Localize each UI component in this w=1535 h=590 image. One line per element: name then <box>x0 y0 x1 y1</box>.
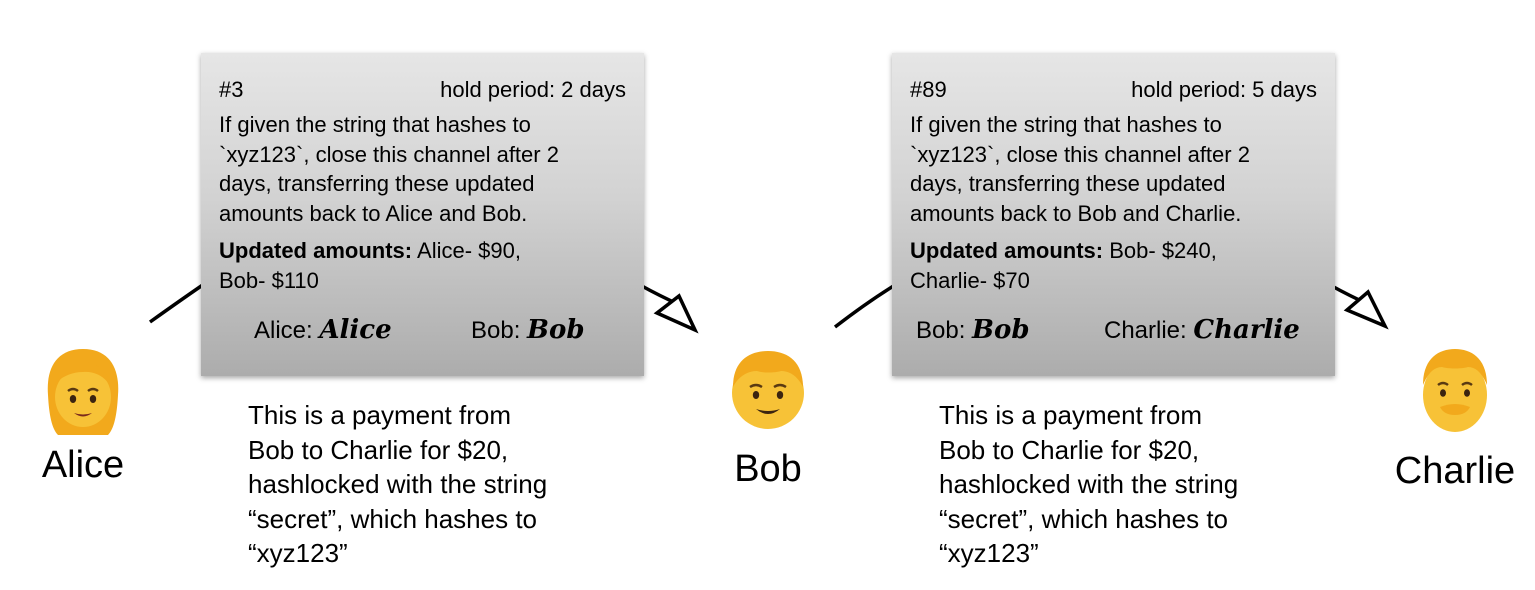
person-charlie: Charlie <box>1385 345 1525 493</box>
caption-line: hashlocked with the string <box>248 469 548 499</box>
signature-bob: Bob: Bob <box>471 315 585 346</box>
signature-value: Alice <box>319 315 392 345</box>
card-header: #89 hold period: 5 days <box>910 75 1317 105</box>
card-condition-line: If given the string that hashes to <box>219 112 531 137</box>
updated-amounts-value: Charlie- $70 <box>910 267 1030 293</box>
channel-state-card-alice-bob: #3 hold period: 2 days If given the stri… <box>201 53 644 376</box>
caption-line: Bob to Charlie for $20, <box>939 434 1200 465</box>
boy-emoji-icon <box>732 351 804 429</box>
caption-line: “xyz123” <box>939 538 1039 568</box>
caption-line: “xyz123” <box>248 538 348 568</box>
card-number: #89 <box>910 77 947 102</box>
card-header: #3 hold period: 2 days <box>219 75 626 105</box>
card-condition-line: days, transferring these updated <box>910 171 1226 196</box>
card-number: #3 <box>219 77 244 102</box>
updated-amounts: Updated amounts: Bob- $240, Charlie- $70 <box>910 236 1317 295</box>
updated-amounts-value: Alice- $90, <box>412 238 521 263</box>
signature-bob: Bob: Bob <box>916 315 1030 346</box>
signature-alice: Alice: Alice <box>254 315 392 346</box>
caption-line: This is a payment from <box>248 400 511 430</box>
person-label-bob: Bob <box>734 448 802 490</box>
arrowhead-to-bob-icon <box>653 293 699 334</box>
signature-value: Bob <box>972 315 1030 345</box>
person-bob: Bob <box>712 345 824 491</box>
card-condition-line: `xyz123`, close this channel after 2 <box>910 141 1250 167</box>
caption-line: This is a payment from <box>939 400 1202 430</box>
caption-line: “secret”, which hashes to <box>939 503 1229 534</box>
caption-line: hashlocked with the string <box>939 469 1239 499</box>
card-condition-line: If given the string that hashes to <box>910 112 1222 137</box>
updated-amounts-value: Bob- $110 <box>219 267 319 293</box>
card-condition-line: amounts back to Alice and Bob. <box>219 200 528 226</box>
signature-label: Charlie: <box>1104 317 1187 344</box>
card-condition-line: amounts back to Bob and Charlie. <box>910 200 1242 226</box>
person-label-alice: Alice <box>41 444 125 486</box>
caption-line: “secret”, which hashes to <box>248 503 538 534</box>
channel-state-card-bob-charlie: #89 hold period: 5 days If given the str… <box>892 53 1335 376</box>
signature-label: Bob: <box>916 317 966 344</box>
person-label-charlie: Charlie <box>1394 450 1516 492</box>
payment-caption-right: This is a payment from Bob to Charlie fo… <box>939 398 1299 571</box>
signature-charlie: Charlie: Charlie <box>1104 315 1300 346</box>
signature-value: Bob <box>527 315 585 345</box>
updated-amounts: Updated amounts: Alice- $90, Bob- $110 <box>219 236 626 295</box>
hold-period: hold period: 2 days <box>440 77 626 102</box>
person-alice: Alice <box>27 345 139 487</box>
signature-label: Alice: <box>254 317 313 344</box>
card-condition: If given the string that hashes to `xyz1… <box>910 110 1317 228</box>
payment-channel-diagram: Alice Bob Charlie #3 hold period: 2 days… <box>0 0 1535 590</box>
card-condition-line: `xyz123`, close this channel after 2 <box>219 141 559 167</box>
man-emoji-icon <box>1423 349 1487 432</box>
caption-line: Bob to Charlie for $20, <box>248 434 509 465</box>
hold-period: hold period: 5 days <box>1131 77 1317 102</box>
card-condition: If given the string that hashes to `xyz1… <box>219 110 626 228</box>
signature-label: Bob: <box>471 317 521 344</box>
updated-amounts-value: Bob- $240, <box>1103 238 1217 263</box>
updated-amounts-label: Updated amounts: <box>219 238 413 263</box>
signature-value: Charlie <box>1193 315 1300 345</box>
payment-caption-left: This is a payment from Bob to Charlie fo… <box>248 398 608 571</box>
woman-emoji-icon <box>47 349 119 435</box>
card-condition-line: days, transferring these updated <box>219 171 535 196</box>
updated-amounts-label: Updated amounts: <box>910 238 1104 263</box>
